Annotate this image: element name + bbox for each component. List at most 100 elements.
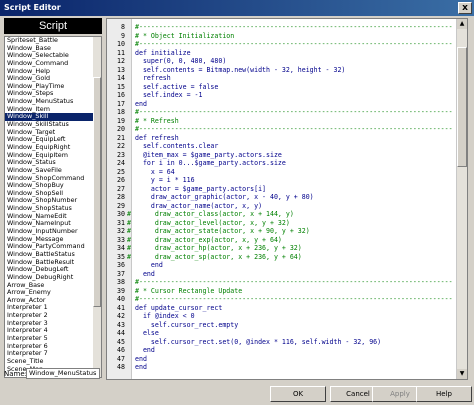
script-list-item[interactable]: Window_Help <box>5 68 101 76</box>
name-input[interactable]: Window_MenuStatus <box>26 368 100 379</box>
line-number: 31 <box>117 218 125 227</box>
code-text: #---------------------------------------… <box>135 295 453 303</box>
script-list-item[interactable]: Window_BattleStatus <box>5 251 101 259</box>
line-marker: # <box>127 235 131 244</box>
line-number: 35 <box>117 252 125 261</box>
line-number: 10 <box>117 40 125 48</box>
script-list-item[interactable]: Window_Skill <box>5 113 101 122</box>
code-text: if @index < 0 <box>135 312 195 320</box>
script-list-item[interactable]: Window_Selectable <box>5 52 101 60</box>
code-line: 27 actor = $game_party.actors[i] <box>107 185 457 194</box>
line-number: 43 <box>117 320 125 329</box>
ok-button[interactable]: OK <box>270 386 326 402</box>
script-listbox[interactable]: Spriteset_Battle Window_Base Window_Select… <box>4 36 102 378</box>
code-text: for i in 0...$game_party.actors.size <box>135 159 286 167</box>
line-number: 15 <box>117 82 125 91</box>
script-list-item[interactable]: Window_Status <box>5 159 101 167</box>
script-list-items: Spriteset_Battle Window_Base Window_Select… <box>5 37 101 373</box>
line-number: 18 <box>117 108 125 116</box>
script-list-item[interactable]: Window_Steps <box>5 90 101 98</box>
close-button[interactable]: x <box>458 2 472 14</box>
script-list-item[interactable]: Interpreter 4 <box>5 327 101 335</box>
script-list-item[interactable]: Spriteset_Battle <box>5 37 101 45</box>
script-list-item[interactable]: Window_BattleResult <box>5 259 101 267</box>
code-text: self.active = false <box>135 82 219 91</box>
script-list-item[interactable]: Window_SkillStatus <box>5 121 101 129</box>
code-text: draw_actor_graphic(actor, x - 40, y + 80… <box>135 193 314 201</box>
script-list-item[interactable]: Window_EquipItem <box>5 152 101 160</box>
line-number: 27 <box>117 184 125 193</box>
code-text: self.index = -1 <box>135 91 203 99</box>
script-list-item[interactable]: Interpreter 2 <box>5 312 101 320</box>
line-number: 23 <box>117 150 125 159</box>
editor-scrollbar[interactable]: ▲ ▼ <box>456 19 467 379</box>
script-list-item[interactable]: Window_SaveFile <box>5 167 101 175</box>
code-text: draw_actor_name(actor, x, y) <box>135 201 263 210</box>
line-number: 29 <box>117 201 125 210</box>
script-list-item[interactable]: Arrow_Base <box>5 282 101 290</box>
list-scrollbar[interactable] <box>93 37 101 377</box>
script-list-item[interactable]: Window_ShopSell <box>5 190 101 198</box>
script-list-item[interactable]: Window_NameEdit <box>5 213 101 221</box>
script-list-item[interactable]: Window_EquipRight <box>5 144 101 152</box>
script-list-item[interactable]: Window_ShopCommand <box>5 175 101 183</box>
code-text: #---------------------------------------… <box>135 108 453 116</box>
code-line: 34 # draw_actor_hp(actor, x + 236, y + 32… <box>107 244 457 253</box>
code-line: 10 #-------------------------------------… <box>107 40 457 49</box>
code-text: draw_actor_class(actor, x + 144, y) <box>135 210 294 218</box>
code-line: 30 # draw_actor_class(actor, x + 144, y) <box>107 210 457 219</box>
script-list-item[interactable]: Window_MenuStatus <box>5 98 101 106</box>
line-number: 32 <box>117 227 125 235</box>
script-list-item[interactable]: Window_DebugLeft <box>5 266 101 274</box>
script-list-item[interactable]: Arrow_Actor <box>5 297 101 305</box>
scroll-down-icon[interactable]: ▼ <box>457 369 467 379</box>
code-line: 15 self.active = false <box>107 83 457 92</box>
scroll-up-icon[interactable]: ▲ <box>457 19 467 29</box>
code-text: @item_max = $game_party.actors.size <box>135 150 282 159</box>
script-list-item[interactable]: Window_Item <box>5 106 101 114</box>
title-bar: Script Editor x <box>0 0 474 16</box>
script-list-item[interactable]: Interpreter 6 <box>5 343 101 351</box>
script-list-item[interactable]: Window_ShopStatus <box>5 205 101 213</box>
script-list-item[interactable]: Window_PlayTime <box>5 83 101 91</box>
script-list-item[interactable]: Window_NameInput <box>5 220 101 228</box>
line-number: 39 <box>117 286 125 295</box>
code-text: draw_actor_state(actor, x + 90, y + 32) <box>135 227 310 235</box>
line-marker: # <box>127 252 131 261</box>
code-text: self.contents = Bitmap.new(width - 32, h… <box>135 65 346 74</box>
code-line: 36 end <box>107 261 457 270</box>
script-list-item[interactable]: Arrow_Enemy <box>5 289 101 297</box>
line-marker: # <box>127 210 131 218</box>
code-line: 21 def refresh <box>107 134 457 143</box>
script-list-item[interactable]: Window_InputNumber <box>5 228 101 236</box>
script-list-item[interactable]: Window_PartyCommand <box>5 243 101 251</box>
script-list-panel: Script Spriteset_Battle Window_Base Window… <box>4 18 102 378</box>
script-list-item[interactable]: Window_DebugRight <box>5 274 101 282</box>
script-list-item[interactable]: Interpreter 5 <box>5 335 101 343</box>
script-list-item[interactable]: Window_Gold <box>5 75 101 83</box>
code-line: 28 draw_actor_graphic(actor, x - 40, y +… <box>107 193 457 202</box>
script-list-item[interactable]: Window_Base <box>5 45 101 53</box>
code-line: 18 #-------------------------------------… <box>107 108 457 117</box>
script-list-item[interactable]: Window_ShopNumber <box>5 197 101 205</box>
script-list-item[interactable]: Interpreter 7 <box>5 350 101 358</box>
script-list-item[interactable]: Window_Target <box>5 129 101 137</box>
script-list-item[interactable]: Interpreter 3 <box>5 320 101 328</box>
script-list-item[interactable]: Window_Message <box>5 236 101 244</box>
script-list-item[interactable]: Scene_Title <box>5 358 101 366</box>
script-list-item[interactable]: Window_ShopBuy <box>5 182 101 190</box>
list-scroll-thumb[interactable] <box>93 77 101 307</box>
code-text: def refresh <box>135 133 179 142</box>
script-list-item[interactable]: Interpreter 1 <box>5 304 101 312</box>
line-marker: # <box>127 218 131 227</box>
line-number: 30 <box>117 210 125 218</box>
code-line: 13 self.contents = Bitmap.new(width - 32… <box>107 66 457 75</box>
help-button[interactable]: Help <box>416 386 472 402</box>
code-text: end <box>135 261 163 269</box>
script-list-item[interactable]: Window_Command <box>5 60 101 68</box>
code-editor[interactable]: 8 #--------------------------------------… <box>106 18 468 380</box>
code-text: draw_actor_level(actor, x, y + 32) <box>135 218 290 227</box>
editor-scroll-thumb[interactable] <box>457 47 467 167</box>
script-list-item[interactable]: Window_EquipLeft <box>5 136 101 144</box>
line-number: 8 <box>121 23 125 31</box>
